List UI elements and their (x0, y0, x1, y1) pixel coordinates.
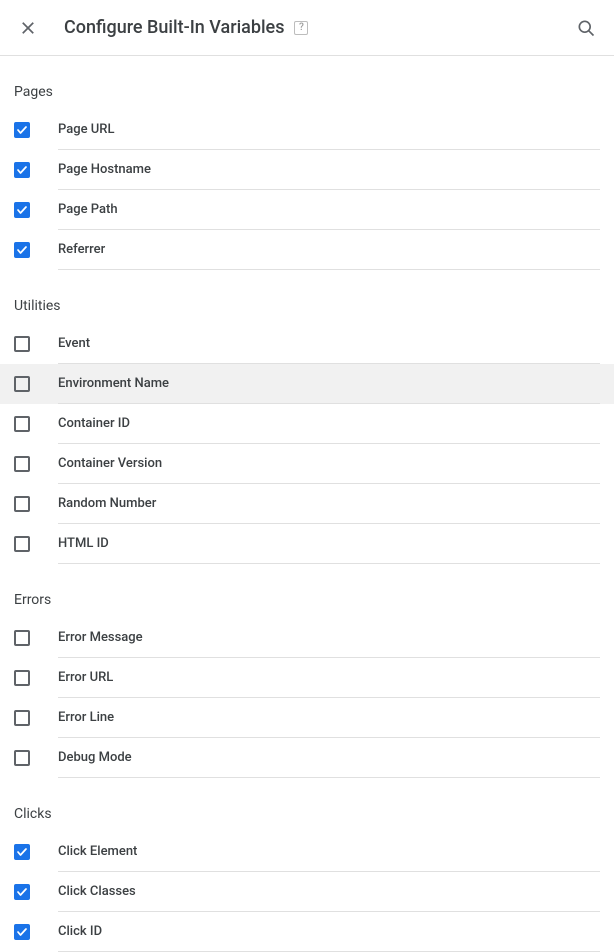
variable-row[interactable]: Event (0, 324, 614, 364)
variable-row[interactable]: Click Element (0, 832, 614, 872)
row-label-wrap: Click ID (58, 912, 600, 952)
checkbox[interactable] (14, 202, 30, 218)
row-label-wrap: Referrer (58, 230, 600, 270)
variable-label: Click Element (58, 844, 137, 859)
variable-label: Error Message (58, 630, 143, 645)
variable-row[interactable]: Container ID (0, 404, 614, 444)
row-label-wrap: Click Classes (58, 872, 600, 912)
checkbox[interactable] (14, 416, 30, 432)
variable-row[interactable]: Click ID (0, 912, 614, 952)
search-icon (576, 18, 596, 38)
variable-row[interactable]: Error URL (0, 658, 614, 698)
row-label-wrap: HTML ID (58, 524, 600, 564)
row-label-wrap: Error URL (58, 658, 600, 698)
checkbox[interactable] (14, 750, 30, 766)
variable-label: Page URL (58, 122, 115, 137)
variable-label: Page Hostname (58, 162, 151, 177)
variable-row[interactable]: Referrer (0, 230, 614, 270)
variable-label: Referrer (58, 242, 105, 257)
variable-row[interactable]: Debug Mode (0, 738, 614, 778)
help-icon[interactable]: ? (294, 21, 308, 35)
checkbox[interactable] (14, 376, 30, 392)
row-label-wrap: Debug Mode (58, 738, 600, 778)
section: Clicks Click Element Click Classes Click ID (0, 778, 614, 952)
variable-label: HTML ID (58, 536, 109, 551)
variable-label: Event (58, 336, 90, 351)
variable-label: Random Number (58, 496, 156, 511)
row-label-wrap: Page Hostname (58, 150, 600, 190)
row-label-wrap: Page Path (58, 190, 600, 230)
variable-label: Environment Name (58, 376, 169, 391)
variable-row[interactable]: Page Hostname (0, 150, 614, 190)
row-label-wrap: Environment Name (58, 364, 600, 404)
variable-label: Error Line (58, 710, 114, 725)
variable-label: Page Path (58, 202, 118, 217)
row-label-wrap: Container ID (58, 404, 600, 444)
variable-label: Click ID (58, 924, 102, 939)
section-heading: Utilities (0, 290, 614, 324)
close-button[interactable] (16, 16, 40, 40)
checkbox[interactable] (14, 336, 30, 352)
variable-label: Container ID (58, 416, 130, 431)
variable-list: Pages Page URL Page Hostname Page Path Refer… (0, 56, 614, 952)
row-label-wrap: Page URL (58, 110, 600, 150)
dialog-header: Configure Built-In Variables ? (0, 0, 614, 56)
search-button[interactable] (574, 16, 598, 40)
variable-label: Error URL (58, 670, 113, 685)
dialog-title: Configure Built-In Variables ? (64, 17, 574, 38)
variable-row[interactable]: Page Path (0, 190, 614, 230)
dialog-title-text: Configure Built-In Variables (64, 17, 284, 38)
variable-row[interactable]: Error Message (0, 618, 614, 658)
variable-label: Click Classes (58, 884, 136, 899)
checkbox[interactable] (14, 456, 30, 472)
row-label-wrap: Container Version (58, 444, 600, 484)
section: Pages Page URL Page Hostname Page Path Refer… (0, 56, 614, 270)
section-heading: Errors (0, 584, 614, 618)
checkbox[interactable] (14, 924, 30, 940)
checkbox[interactable] (14, 496, 30, 512)
row-label-wrap: Click Element (58, 832, 600, 872)
variable-row[interactable]: Click Classes (0, 872, 614, 912)
variable-row[interactable]: Page URL (0, 110, 614, 150)
checkbox[interactable] (14, 884, 30, 900)
close-icon (19, 19, 37, 37)
checkbox[interactable] (14, 844, 30, 860)
row-label-wrap: Error Line (58, 698, 600, 738)
row-label-wrap: Random Number (58, 484, 600, 524)
section: Errors Error Message Error URL Error Line De… (0, 564, 614, 778)
variable-row[interactable]: Container Version (0, 444, 614, 484)
variable-row[interactable]: Error Line (0, 698, 614, 738)
variable-row[interactable]: Random Number (0, 484, 614, 524)
row-label-wrap: Event (58, 324, 600, 364)
checkbox[interactable] (14, 670, 30, 686)
section: Utilities Event Environment Name Container … (0, 270, 614, 564)
row-label-wrap: Error Message (58, 618, 600, 658)
checkbox[interactable] (14, 630, 30, 646)
variable-row[interactable]: HTML ID (0, 524, 614, 564)
checkbox[interactable] (14, 122, 30, 138)
checkbox[interactable] (14, 710, 30, 726)
variable-label: Debug Mode (58, 750, 132, 765)
variable-row[interactable]: Environment Name (0, 364, 614, 404)
section-heading: Pages (0, 76, 614, 110)
checkbox[interactable] (14, 162, 30, 178)
checkbox[interactable] (14, 536, 30, 552)
checkbox[interactable] (14, 242, 30, 258)
section-heading: Clicks (0, 798, 614, 832)
variable-label: Container Version (58, 456, 162, 471)
